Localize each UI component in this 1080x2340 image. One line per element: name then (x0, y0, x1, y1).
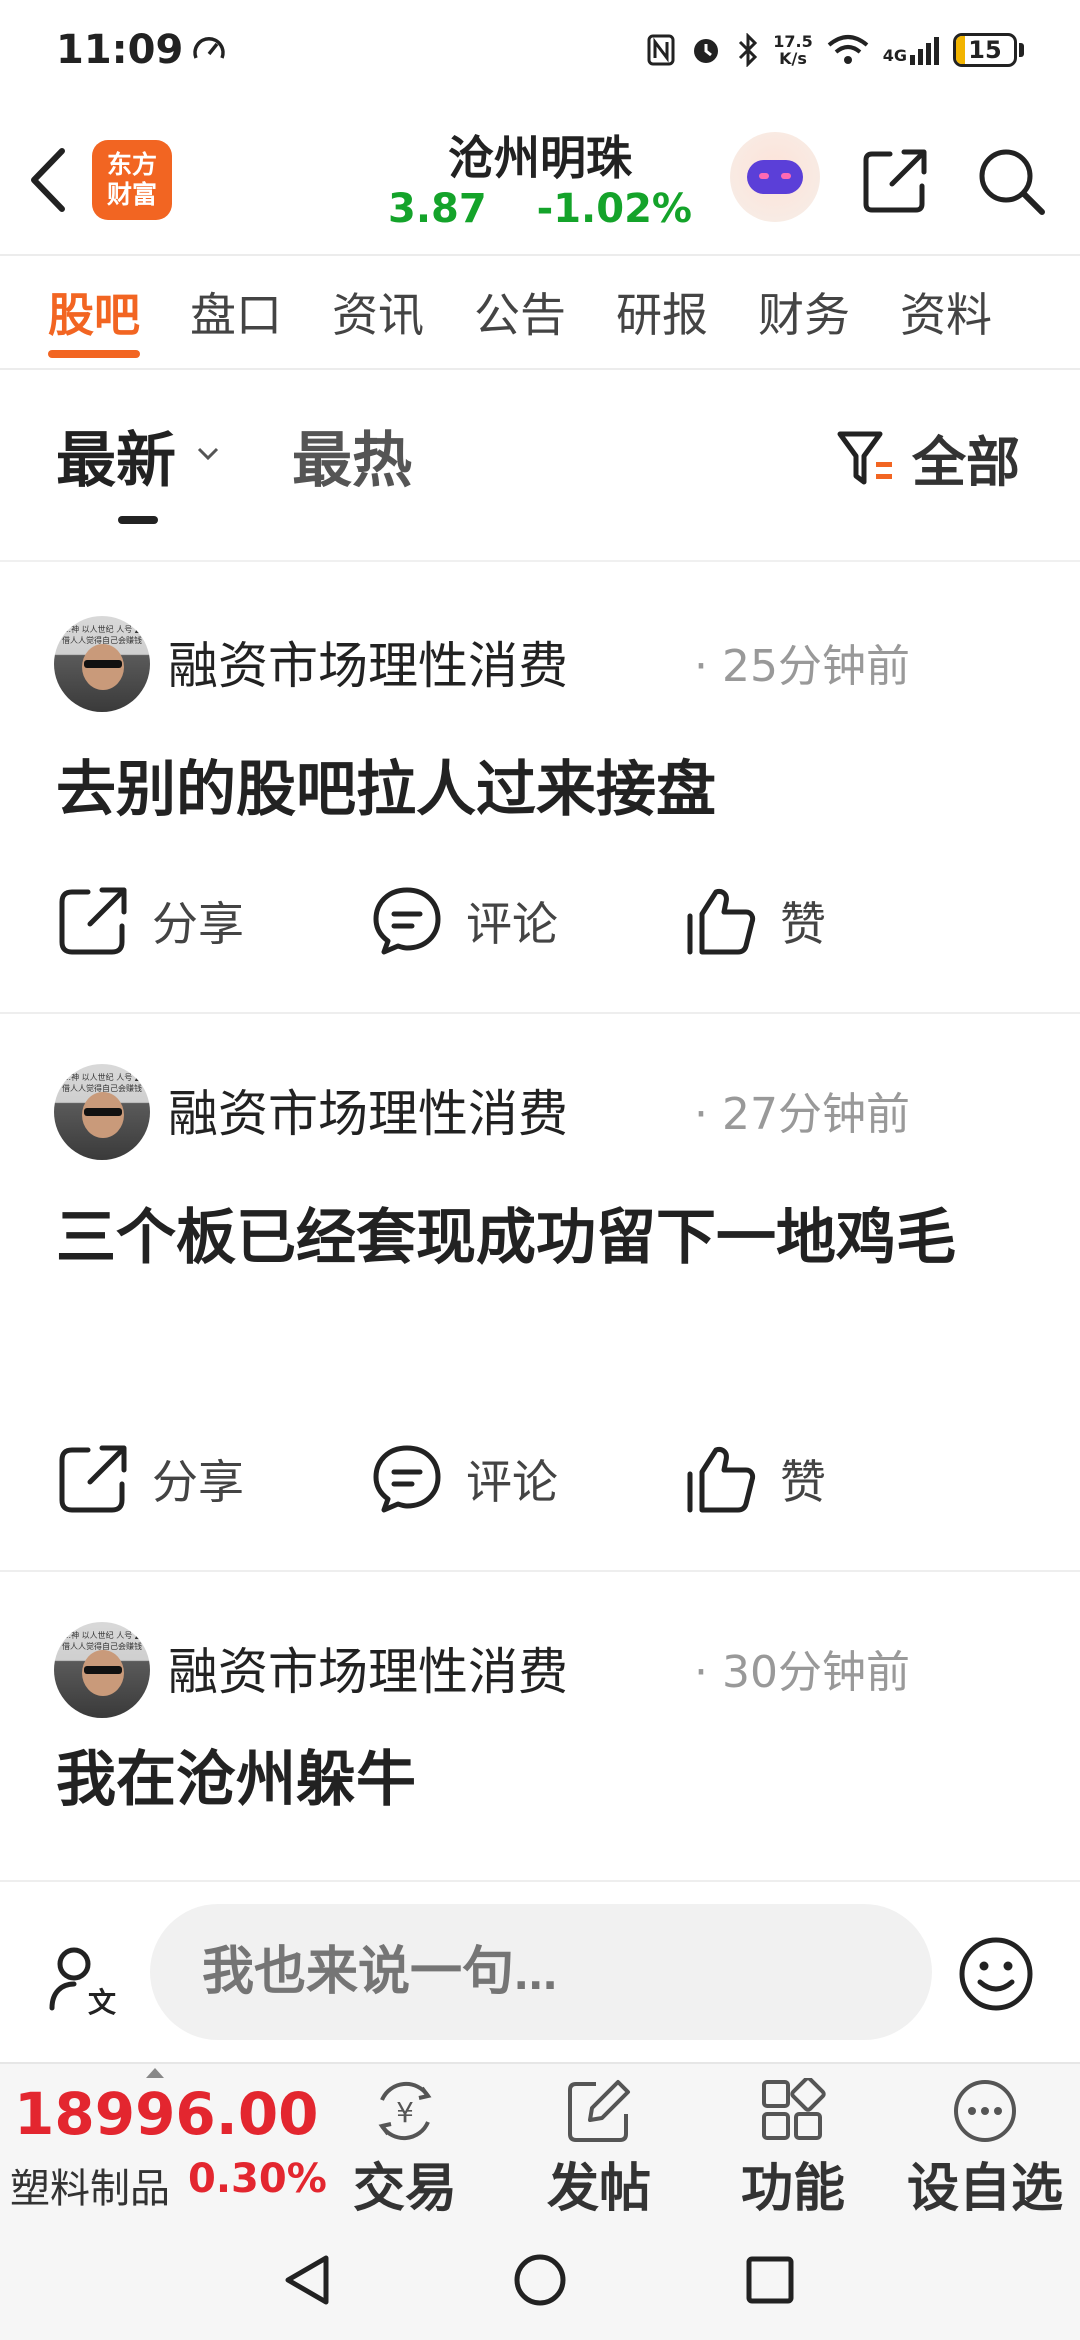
grid-apps-icon (762, 2078, 826, 2140)
bottom-toolbar: 18996.00 塑料制品 0.30% ¥ 交易 发帖 功能 设自选 (0, 2062, 1080, 2219)
nav-home-icon[interactable] (510, 2250, 570, 2310)
stock-price: 3.87 (387, 186, 487, 232)
battery-icon: 15 (953, 33, 1017, 67)
nav-recents-icon[interactable] (740, 2250, 800, 2310)
edit-post-icon (568, 2080, 630, 2142)
tab-pankou[interactable]: 盘口 (190, 256, 282, 368)
system-nav-bar (0, 2212, 1080, 2340)
nav-back-icon[interactable] (278, 2250, 338, 2310)
robot-icon (747, 160, 803, 194)
thumbs-up-icon (687, 1447, 756, 1513)
functions-button[interactable]: 功能 (718, 2074, 868, 2219)
author-name[interactable]: 融资市场理性消费 (168, 626, 568, 698)
post-time: · 30分钟前 (694, 1647, 910, 1698)
tab-research[interactable]: 研报 (616, 256, 708, 368)
share-button[interactable]: 分享 (56, 876, 244, 966)
emoji-icon[interactable] (956, 1934, 1036, 2014)
bluetooth-icon (739, 33, 758, 67)
stock-quote: 3.87 -1.02% (340, 186, 740, 232)
caret-up-icon (146, 2068, 164, 2078)
alarm-icon (694, 39, 719, 63)
tab-announcements[interactable]: 公告 (474, 256, 566, 368)
chevron-down-icon[interactable] (196, 444, 220, 464)
signal-bars-icon (910, 37, 939, 65)
comment-input[interactable] (150, 1904, 932, 2040)
share-icon (59, 887, 127, 955)
post-title[interactable]: 我在沧州躲牛 (56, 1728, 1036, 1832)
author-name[interactable]: 融资市场理性消费 (168, 1632, 568, 1704)
post-title[interactable]: 去别的股吧拉人过来接盘 (56, 738, 1036, 842)
comment-button[interactable]: 评论 (370, 876, 558, 966)
post-time: · 27分钟前 (694, 1089, 910, 1140)
net-speed: 17.5 K/s (773, 32, 813, 68)
tab-profile[interactable]: 资料 (900, 256, 992, 368)
tab-news[interactable]: 资讯 (332, 256, 424, 368)
post-item[interactable]: …神 以人世纪 人号 ▲ 借人人觉得自己会赚钱 融资市场理性消费 · 30分钟前… (0, 1574, 1080, 1880)
comment-bubble-icon (373, 1445, 441, 1513)
post-time: · 25分钟前 (694, 641, 910, 692)
ai-assistant-button[interactable] (730, 132, 820, 222)
like-button[interactable]: 赞 (684, 876, 826, 966)
post-item[interactable]: …神 以人世纪 人号 ▲ 借人人觉得自己会赚钱 融资市场理性消费 · 25分钟前… (0, 564, 1080, 1014)
svg-text:文: 文 (88, 1986, 116, 2018)
filter-button[interactable]: 全部 (836, 418, 1020, 497)
voice-to-text-icon[interactable]: 文 (44, 1942, 120, 2018)
battery-indicator: 15 (953, 33, 1024, 67)
avatar[interactable]: …神 以人世纪 人号 ▲ 借人人觉得自己会赚钱 (54, 1064, 150, 1160)
status-icons: 17.5 K/s 4G 15 (647, 33, 1024, 67)
search-icon[interactable] (976, 146, 1046, 216)
nfc-icon (647, 34, 675, 66)
sort-latest[interactable]: 最新 (56, 412, 176, 499)
comment-bar: 文 (0, 1880, 1080, 2060)
stock-change: -1.02% (536, 186, 692, 232)
stock-tabs: 股吧 盘口 资讯 公告 研报 财务 资料 (0, 254, 1080, 370)
thumbs-up-icon (687, 889, 756, 955)
comment-button[interactable]: 评论 (370, 1434, 558, 1524)
post-actions: 分享 评论 赞 (56, 1434, 1036, 1524)
avatar[interactable]: …神 以人世纪 人号 ▲ 借人人觉得自己会赚钱 (54, 616, 150, 712)
post-title[interactable]: 三个板已经套现成功留下一地鸡毛 (56, 1186, 1036, 1290)
post-item[interactable]: …神 以人世纪 人号 ▲ 借人人觉得自己会赚钱 融资市场理性消费 · 27分钟前… (0, 1016, 1080, 1572)
chevron-left-icon (31, 148, 65, 212)
avatar[interactable]: …神 以人世纪 人号 ▲ 借人人觉得自己会赚钱 (54, 1622, 150, 1718)
status-time: 11:09 (56, 27, 184, 73)
add-watchlist-button[interactable]: 设自选 (900, 2074, 1070, 2219)
stock-header: 东方 财富 沧州明珠 3.87 -1.02% (0, 110, 1080, 250)
trade-button[interactable]: ¥ 交易 (330, 2074, 480, 2219)
sort-bar: 最新 最热 全部 (0, 372, 1080, 562)
speedometer-icon (193, 37, 226, 59)
author-name[interactable]: 融资市场理性消费 (168, 1074, 568, 1146)
comment-bubble-icon (373, 887, 441, 955)
share-icon (59, 1445, 127, 1513)
stock-name: 沧州明珠 (448, 131, 632, 185)
sector-index-value: 18996.00 (14, 2080, 319, 2148)
sector-index-name: 塑料制品 (10, 2166, 170, 2212)
tab-guba[interactable]: 股吧 (48, 256, 140, 368)
share-icon[interactable] (860, 146, 930, 216)
app-logo[interactable]: 东方 财富 (92, 140, 172, 220)
battery-fill (956, 36, 965, 64)
tab-finance[interactable]: 财务 (758, 256, 850, 368)
post-actions: 分享 评论 赞 (56, 876, 1036, 966)
cellular-signal: 4G (883, 35, 939, 65)
status-bar: 11:09 17.5 K/s 4G 15 (0, 0, 1080, 100)
sort-hot[interactable]: 最热 (292, 412, 412, 499)
wifi-icon (827, 35, 869, 64)
post-button[interactable]: 发帖 (524, 2074, 674, 2219)
back-button[interactable] (18, 140, 78, 220)
filter-icon (837, 431, 892, 484)
share-button[interactable]: 分享 (56, 1434, 244, 1524)
sector-index-change: 0.30% (188, 2156, 327, 2202)
svg-text:¥: ¥ (396, 2096, 414, 2129)
more-dots-icon (954, 2080, 1016, 2142)
sort-active-indicator (118, 516, 158, 524)
yuan-exchange-icon: ¥ (378, 2081, 432, 2141)
like-button[interactable]: 赞 (684, 1434, 826, 1524)
